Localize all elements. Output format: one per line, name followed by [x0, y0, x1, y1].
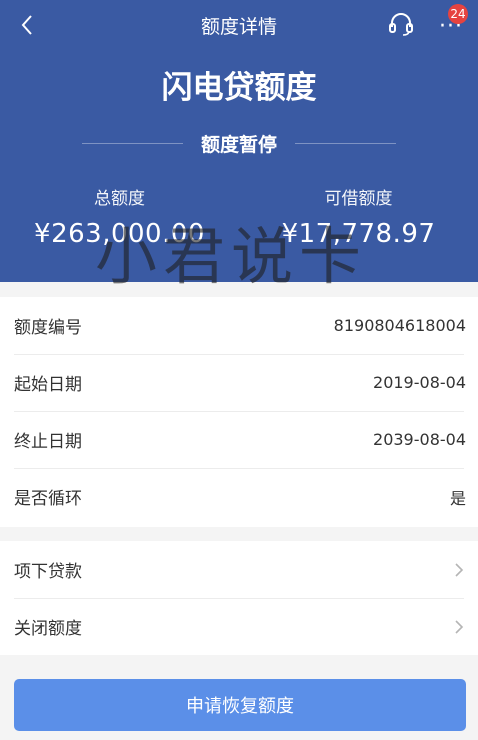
link-row-loans[interactable]: 项下贷款 — [0, 541, 478, 598]
link-label: 项下贷款 — [14, 562, 82, 582]
available-amount-block: 可借额度 ¥17,778.97 — [239, 184, 478, 249]
detail-value: 是 — [449, 488, 466, 508]
product-title: 闪电贷额度 — [161, 70, 317, 106]
divider-left — [82, 142, 183, 144]
available-amount-value: ¥17,778.97 — [281, 219, 436, 249]
detail-label: 终止日期 — [14, 432, 82, 452]
headset-icon — [389, 13, 413, 36]
detail-row-end-date: 终止日期 2039-08-04 — [0, 411, 478, 468]
credit-details-list: 额度编号 8190804618004 起始日期 2019-08-04 终止日期 … — [0, 297, 478, 527]
chevron-right-icon — [455, 562, 464, 577]
detail-value: 2039-08-04 — [373, 430, 466, 449]
header-panel: 额度详情 ··· 24 闪电贷额度 额度暂停 总额度 ¥263,000.00 可… — [0, 0, 478, 282]
notification-badge: 24 — [448, 4, 468, 24]
link-row-close-credit[interactable]: 关闭额度 — [0, 598, 478, 655]
restore-credit-button[interactable]: 申请恢复额度 — [14, 679, 466, 731]
detail-label: 起始日期 — [14, 375, 82, 395]
available-amount-label: 可借额度 — [324, 189, 393, 209]
status-label: 额度暂停 — [201, 133, 278, 156]
total-amount-label: 总额度 — [94, 189, 145, 209]
link-label: 关闭额度 — [14, 619, 82, 639]
detail-row-credit-id: 额度编号 8190804618004 — [0, 297, 478, 354]
customer-service-button[interactable] — [388, 12, 414, 36]
detail-label: 额度编号 — [14, 318, 82, 338]
detail-value: 2019-08-04 — [373, 373, 466, 392]
divider-right — [295, 142, 397, 144]
status-row: 额度暂停 — [82, 130, 397, 156]
credit-actions-list: 项下贷款 关闭额度 — [0, 541, 478, 655]
chevron-right-icon — [455, 619, 464, 634]
total-amount-value: ¥263,000.00 — [34, 219, 205, 249]
detail-row-revolving: 是否循环 是 — [0, 468, 478, 525]
nav-bar: 额度详情 ··· 24 — [0, 0, 478, 50]
detail-label: 是否循环 — [14, 489, 82, 509]
detail-value: 8190804618004 — [333, 316, 466, 335]
detail-row-start-date: 起始日期 2019-08-04 — [0, 354, 478, 411]
total-amount-block: 总额度 ¥263,000.00 — [0, 184, 239, 249]
